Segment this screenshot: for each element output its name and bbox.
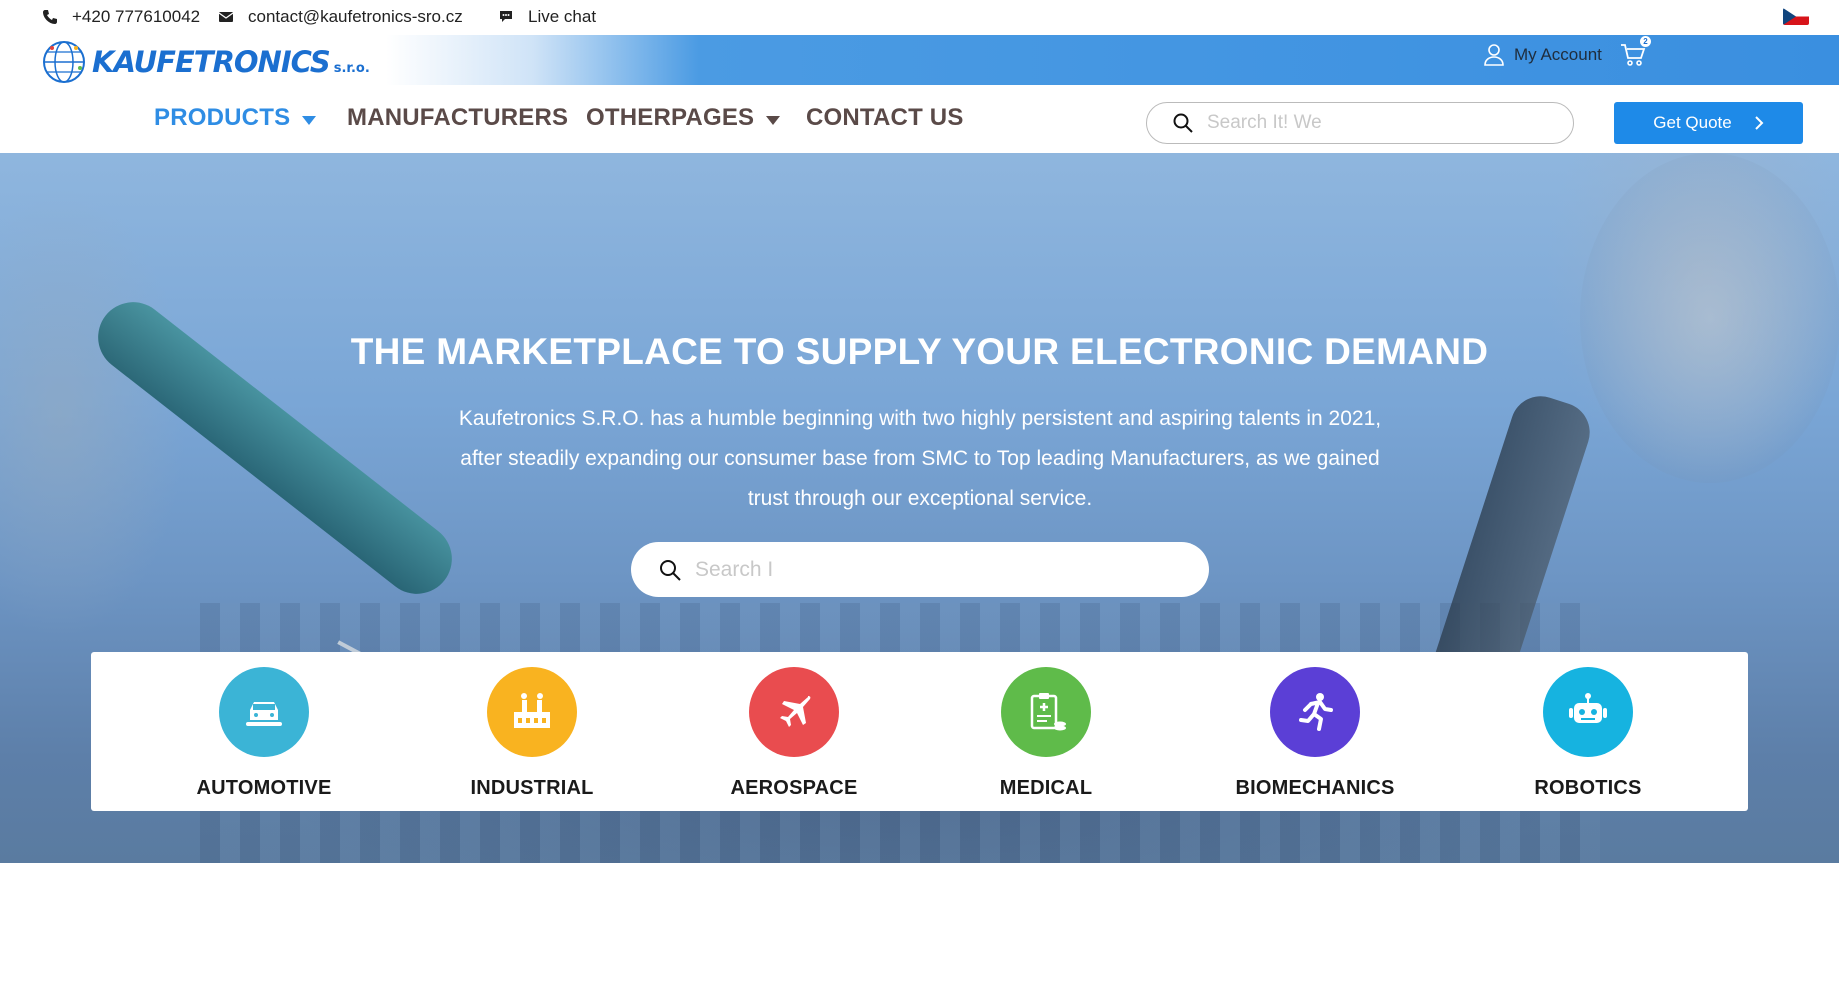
nav-otherpages-label: OTHERPAGES: [586, 104, 755, 131]
chevron-right-icon: [1755, 116, 1764, 130]
nav-contact-label: CONTACT US: [806, 104, 964, 131]
live-chat-label: Live chat: [528, 7, 597, 26]
nav-item-otherpages[interactable]: OTHERPAGES: [586, 104, 781, 132]
hero-description: Kaufetronics S.R.O. has a humble beginni…: [400, 399, 1440, 519]
hero-search-box[interactable]: [631, 542, 1209, 597]
hero-desc-line: Kaufetronics S.R.O. has a humble beginni…: [458, 407, 1382, 430]
category-label: AUTOMOTIVE: [196, 777, 332, 799]
email-address: contact@kaufetronics-sro.cz: [248, 7, 463, 26]
mail-icon: [218, 12, 234, 22]
globe-logo-icon: [43, 41, 85, 83]
get-quote-button[interactable]: Get Quote: [1614, 102, 1803, 144]
factory-icon: [487, 667, 577, 757]
phone-contact[interactable]: +420 777610042: [42, 7, 200, 27]
search-icon: [1173, 113, 1193, 133]
car-icon: [219, 667, 309, 757]
hero-title: THE MARKETPLACE TO SUPPLY YOUR ELECTRONI…: [350, 331, 1489, 372]
search-icon: [660, 559, 681, 581]
czech-flag-icon[interactable]: [1783, 8, 1809, 25]
my-account-label: My Account: [1514, 45, 1602, 64]
medical-clipboard-icon: [1001, 667, 1091, 757]
site-logo[interactable]: KAUFETRONICS s.r.o.: [40, 38, 370, 86]
category-industrial[interactable]: INDUSTRIAL: [432, 667, 632, 800]
nav-manufacturers-label: MANUFACTURERS: [347, 104, 569, 131]
category-label: BIOMECHANICS: [1235, 777, 1395, 799]
category-strip: AUTOMOTIVE INDUSTRIAL AEROSPACE MEDICAL …: [91, 652, 1748, 811]
nav-item-manufacturers[interactable]: MANUFACTURERS: [347, 104, 568, 132]
email-contact[interactable]: contact@kaufetronics-sro.cz: [218, 7, 463, 27]
hero-search-input[interactable]: [695, 557, 1175, 582]
hero-desc-line: trust through our exceptional service.: [747, 487, 1093, 510]
category-label: ROBOTICS: [1534, 777, 1642, 799]
category-label: MEDICAL: [999, 777, 1093, 799]
category-label: AEROSPACE: [730, 777, 858, 799]
live-chat-link[interactable]: Live chat: [498, 7, 596, 27]
my-account-link[interactable]: My Account: [1484, 44, 1602, 66]
get-quote-label: Get Quote: [1653, 113, 1732, 132]
caret-down-icon: [766, 116, 781, 125]
category-label: INDUSTRIAL: [470, 777, 594, 799]
top-contact-bar: +420 777610042 contact@kaufetronics-sro.…: [0, 0, 1839, 35]
cart-count-badge: 2: [1640, 36, 1651, 47]
logo-wordmark: KAUFETRONICS: [92, 45, 331, 79]
phone-number: +420 777610042: [72, 7, 201, 26]
category-automotive[interactable]: AUTOMOTIVE: [164, 667, 364, 800]
airplane-icon: [749, 667, 839, 757]
robot-icon: [1543, 667, 1633, 757]
nav-item-contact-us[interactable]: CONTACT US: [806, 104, 964, 132]
chat-icon: [500, 11, 512, 22]
hero-hand-image: [1580, 153, 1839, 483]
running-person-icon: [1270, 667, 1360, 757]
category-biomechanics[interactable]: BIOMECHANICS: [1215, 667, 1415, 800]
caret-down-icon: [302, 116, 317, 125]
nav-products-label: PRODUCTS: [154, 104, 291, 131]
category-robotics[interactable]: ROBOTICS: [1488, 667, 1688, 800]
category-aerospace[interactable]: AEROSPACE: [694, 667, 894, 800]
phone-icon: [43, 10, 57, 24]
header-search-input[interactable]: [1207, 112, 1507, 134]
category-medical[interactable]: MEDICAL: [946, 667, 1146, 800]
nav-item-products[interactable]: PRODUCTS: [154, 104, 317, 132]
user-icon: [1484, 44, 1504, 66]
hero-desc-line: after steadily expanding our consumer ba…: [460, 447, 1380, 470]
logo-suffix: s.r.o.: [333, 60, 370, 76]
header-search-box[interactable]: [1146, 102, 1574, 144]
